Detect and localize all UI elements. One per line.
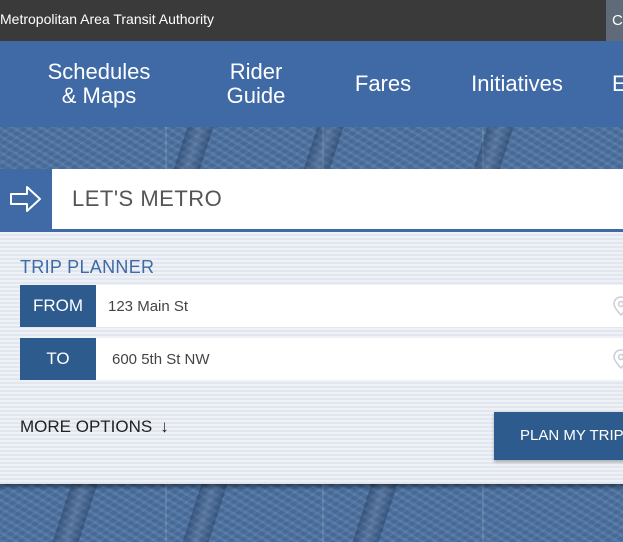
agency-name[interactable]: Metropolitan Area Transit Authority [0, 11, 214, 27]
nav-rider-guide[interactable]: Rider Guide [214, 41, 298, 127]
location-pin-icon[interactable] [612, 349, 623, 369]
to-input[interactable] [106, 344, 598, 374]
lets-metro-text: LET'S METRO [72, 186, 223, 211]
nav-fares[interactable]: Fares [348, 41, 418, 127]
top-bar: Metropolitan Area Transit Authority C [0, 0, 623, 41]
trip-planner-title: TRIP PLANNER [20, 257, 155, 277]
location-pin-icon[interactable] [612, 296, 623, 316]
lets-metro-bar[interactable]: LET'S METRO [0, 169, 623, 229]
main-nav: Schedules & Maps Rider Guide Fares Initi… [0, 41, 623, 127]
search-tab[interactable]: C [606, 0, 623, 41]
nav-initiatives[interactable]: Initiatives [456, 41, 578, 127]
nav-item-partial[interactable]: E [612, 41, 623, 127]
more-options-link[interactable]: MORE OPTIONS ↓ [20, 417, 169, 437]
panel-shadow [0, 484, 623, 490]
from-row: FROM [20, 285, 623, 327]
nav-schedules-maps[interactable]: Schedules & Maps [30, 41, 168, 127]
page: Metropolitan Area Transit Authority C Sc… [0, 0, 623, 542]
from-input[interactable] [102, 291, 594, 321]
to-row: TO [20, 338, 623, 380]
arrow-down-icon: ↓ [160, 417, 169, 436]
arrow-right-icon [10, 186, 41, 212]
search-tab-label: C [612, 12, 623, 29]
plan-my-trip-button[interactable]: PLAN MY TRIP [494, 412, 623, 460]
from-label: FROM [20, 285, 96, 327]
to-label: TO [20, 338, 96, 380]
arrow-box[interactable] [0, 169, 52, 229]
trip-planner-panel: TRIP PLANNER FROM TO MORE OPTIONS ↓ PLAN … [0, 232, 623, 484]
more-options-label: MORE OPTIONS [20, 417, 153, 436]
